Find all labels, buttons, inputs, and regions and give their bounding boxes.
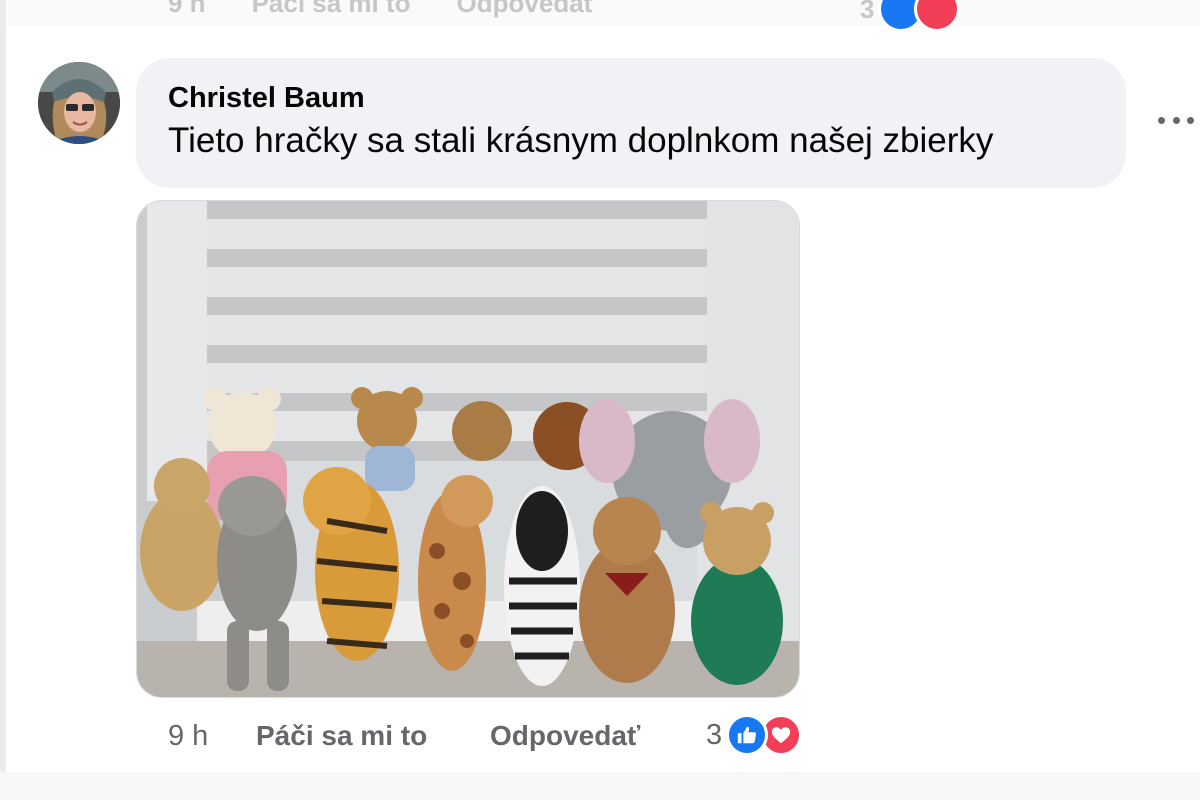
previous-reply-action[interactable]: Odpovedať [457,0,597,19]
more-dot-icon [1187,116,1194,124]
previous-reactions[interactable]: 3 [860,0,961,32]
reply-action[interactable]: Odpovedať [490,720,640,752]
reactions-summary[interactable]: 3 [706,712,803,758]
more-dot-icon [1158,116,1165,124]
love-icon [914,0,961,32]
comment-time[interactable]: 9 h [168,720,256,753]
more-options-button[interactable] [1158,106,1194,134]
next-comment-area [0,772,1200,800]
comment-actions: 9 h Páči sa mi to Odpovedať [168,714,640,758]
previous-like-action[interactable]: Páči sa mi to [252,0,411,19]
more-dot-icon [1172,116,1180,124]
previous-reaction-count: 3 [860,0,875,24]
comment-bubble: Christel Baum Tieto hračky sa stali krás… [136,58,1126,188]
plush-toys-photo [137,201,799,697]
reaction-count: 3 [706,718,723,751]
previous-comment-time: 9 h [168,0,206,18]
previous-comment-actions: 9 h Páči sa mi to Odpovedať [168,0,596,20]
thread-rail [0,0,6,800]
like-action[interactable]: Páči sa mi to [256,720,490,752]
like-icon [726,714,769,756]
comment-author[interactable]: Christel Baum [168,80,1094,116]
comment-photo[interactable] [136,200,800,698]
comment-text: Tieto hračky sa stali krásnym doplnkom n… [168,121,994,160]
avatar[interactable] [38,62,120,144]
